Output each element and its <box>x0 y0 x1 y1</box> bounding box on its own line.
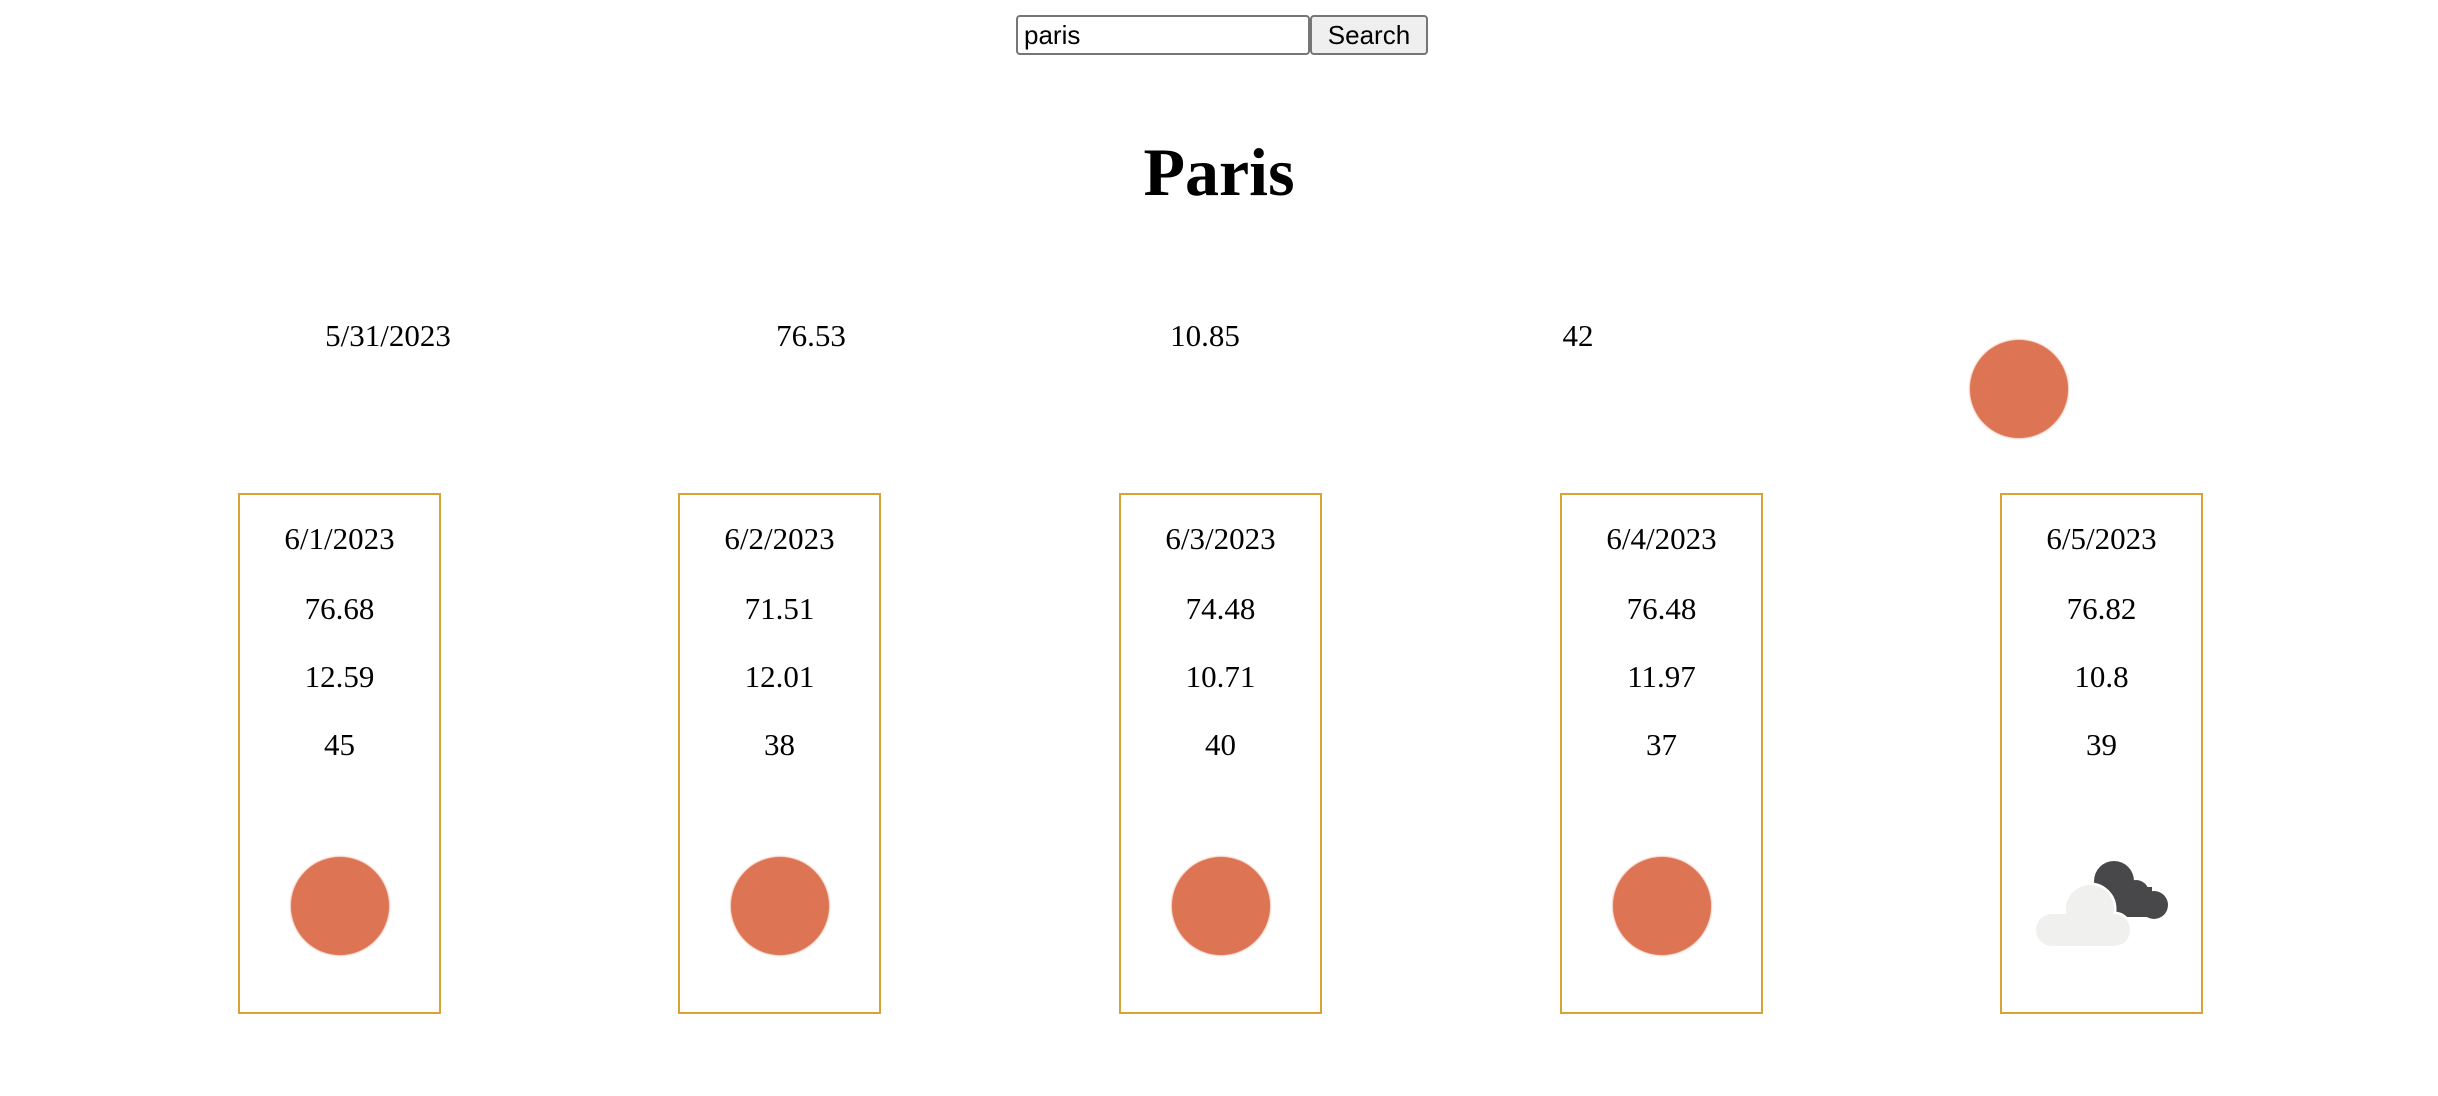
current-date: 5/31/2023 <box>325 318 451 353</box>
forecast-wind: 10.8 <box>2074 659 2129 694</box>
forecast-wind: 12.59 <box>304 659 375 694</box>
forecast-date: 6/3/2023 <box>1165 521 1276 556</box>
forecast-temp: 76.82 <box>2066 591 2137 626</box>
sun-icon <box>290 857 389 955</box>
forecast-card: 6/2/2023 71.51 12.01 38 <box>678 493 881 1014</box>
forecast-card: 6/4/2023 76.48 11.97 37 <box>1560 493 1763 1014</box>
current-temp: 76.53 <box>776 318 846 353</box>
forecast-date: 6/4/2023 <box>1606 521 1717 556</box>
search-input[interactable] <box>1016 15 1310 55</box>
sun-icon <box>1612 857 1711 955</box>
current-wind: 10.85 <box>1170 318 1240 353</box>
forecast-humidity: 45 <box>324 727 355 762</box>
forecast-temp: 74.48 <box>1185 591 1256 626</box>
search-button[interactable]: Search <box>1310 15 1428 55</box>
city-title: Paris <box>1143 134 1295 210</box>
forecast-date: 6/2/2023 <box>724 521 835 556</box>
forecast-humidity: 39 <box>2086 727 2117 762</box>
forecast-card: 6/3/2023 74.48 10.71 40 <box>1119 493 1322 1014</box>
forecast-humidity: 40 <box>1205 727 1236 762</box>
sun-icon <box>730 857 829 955</box>
sun-icon <box>1171 857 1270 955</box>
cloud-icon <box>2033 861 2168 949</box>
forecast-date: 6/1/2023 <box>284 521 395 556</box>
forecast-card: 6/1/2023 76.68 12.59 45 <box>238 493 441 1014</box>
forecast-temp: 71.51 <box>744 591 815 626</box>
forecast-wind: 11.97 <box>1627 659 1696 694</box>
sun-icon <box>1970 340 2068 438</box>
forecast-temp: 76.68 <box>304 591 375 626</box>
forecast-humidity: 38 <box>764 727 795 762</box>
forecast-wind: 10.71 <box>1185 659 1256 694</box>
forecast-temp: 76.48 <box>1626 591 1697 626</box>
forecast-date: 6/5/2023 <box>2046 521 2157 556</box>
current-humidity: 42 <box>1562 318 1594 353</box>
forecast-humidity: 37 <box>1646 727 1677 762</box>
forecast-wind: 12.01 <box>744 659 815 694</box>
forecast-card: 6/5/2023 76.82 10.8 39 <box>2000 493 2203 1014</box>
